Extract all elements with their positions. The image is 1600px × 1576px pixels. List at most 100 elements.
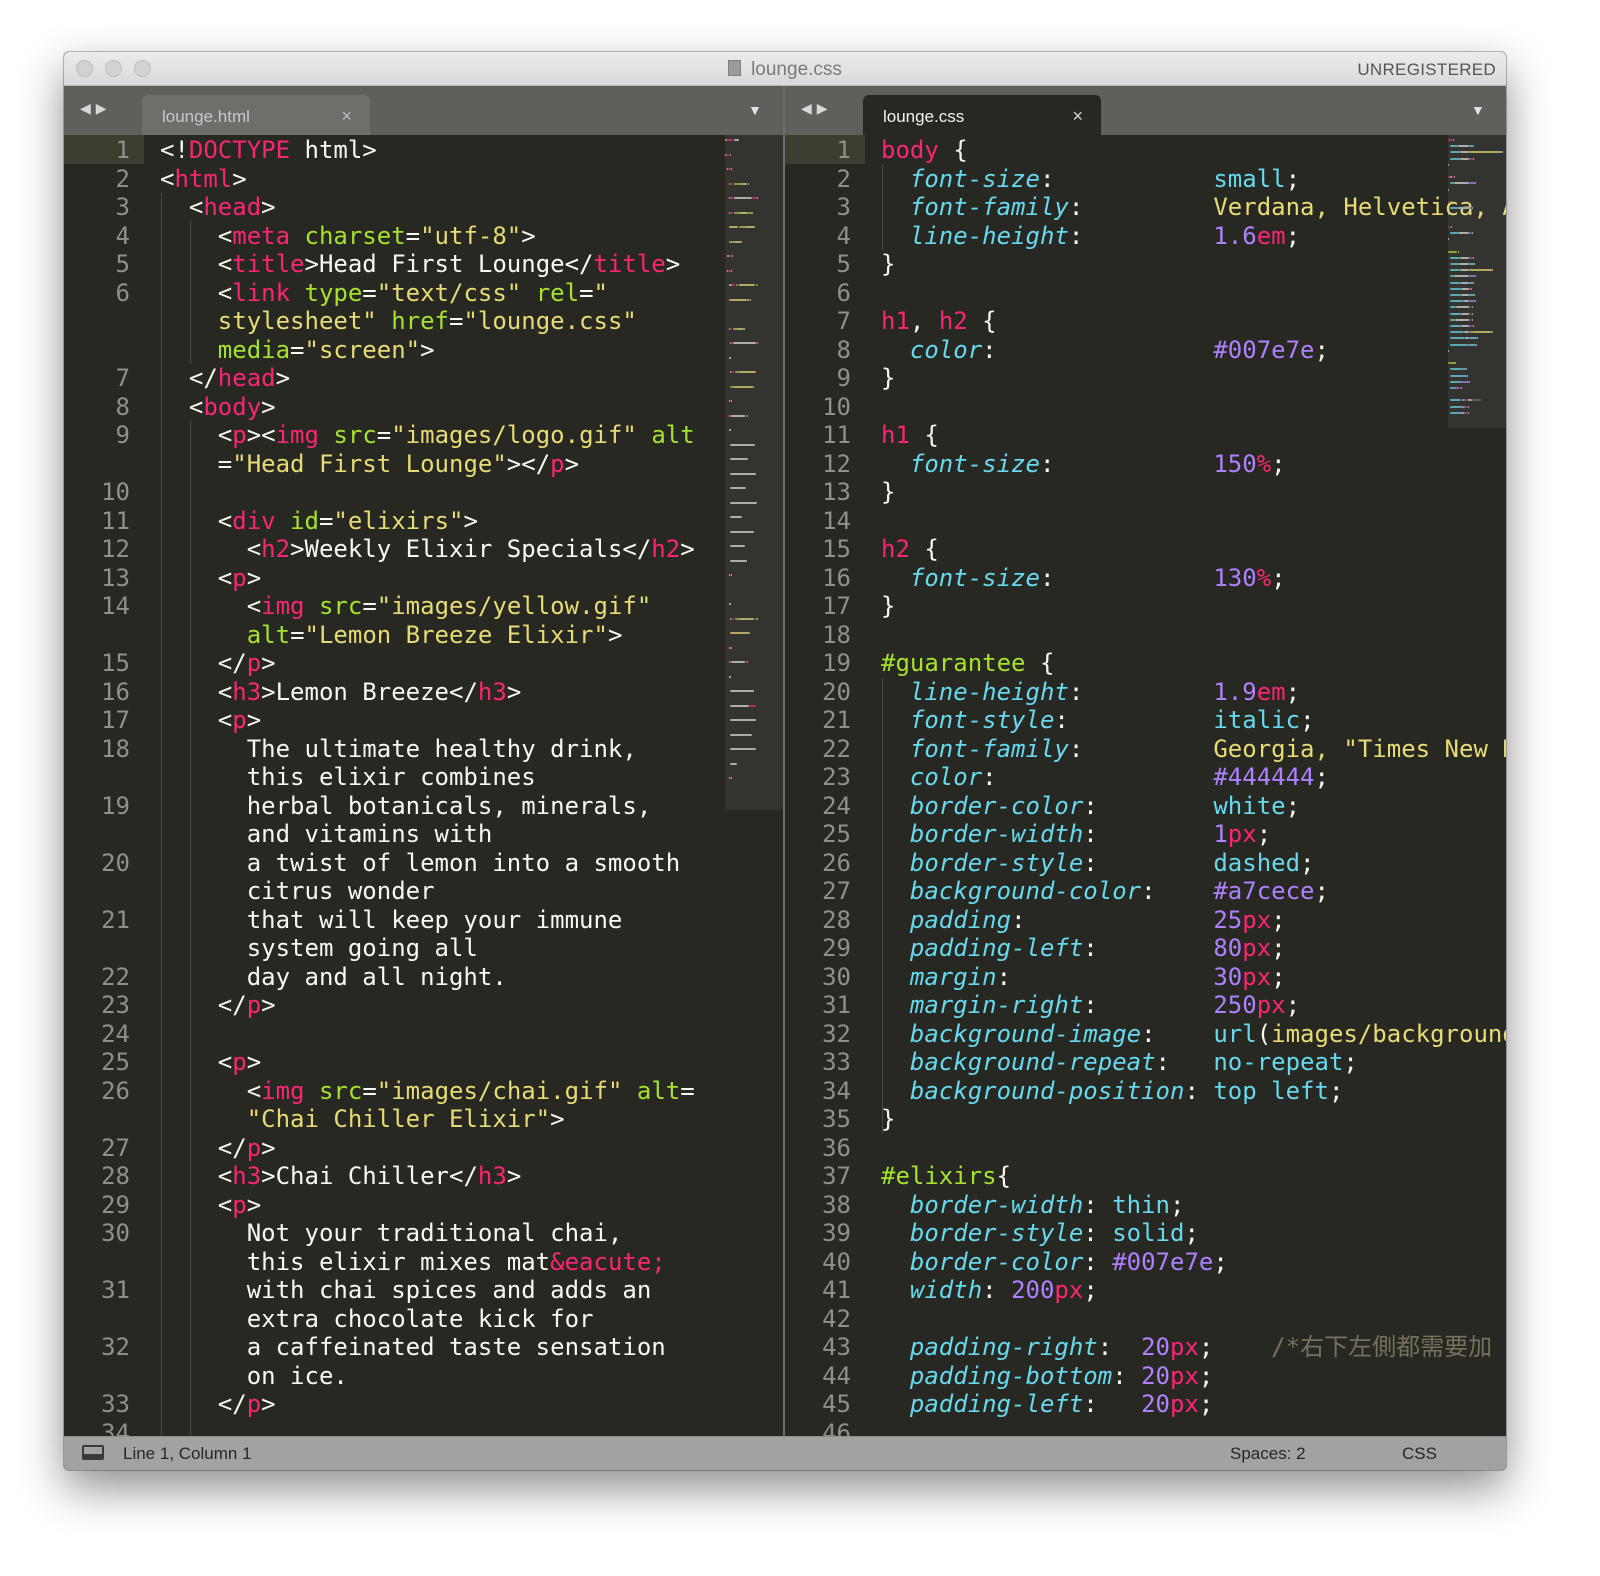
code-text[interactable]: body { font-size: small; font-family: Ve…: [881, 136, 1506, 1437]
code-line[interactable]: line-height: 1.9em;: [881, 678, 1506, 707]
code-line[interactable]: border-style: dashed;: [881, 849, 1506, 878]
code-line[interactable]: ="Head First Lounge"></p>: [160, 450, 695, 479]
syntax-selector[interactable]: CSS: [1402, 1444, 1437, 1464]
code-line[interactable]: </p>: [160, 991, 695, 1020]
code-line[interactable]: <p>: [160, 1048, 695, 1077]
tab-lounge-css[interactable]: lounge.css ×: [863, 95, 1101, 135]
minimap[interactable]: [725, 135, 783, 1437]
code-line[interactable]: [881, 621, 1506, 650]
code-line[interactable]: this elixir combines: [160, 763, 695, 792]
code-line[interactable]: border-width: 1px;: [881, 820, 1506, 849]
code-line[interactable]: padding-right: 20px; /*右下左側都需要加: [881, 1333, 1506, 1362]
code-line[interactable]: that will keep your immune: [160, 906, 695, 935]
code-line[interactable]: [881, 1134, 1506, 1163]
code-line[interactable]: <html>: [160, 165, 695, 194]
code-line[interactable]: <div id="elixirs">: [160, 507, 695, 536]
code-line[interactable]: border-style: solid;: [881, 1219, 1506, 1248]
code-line[interactable]: }: [881, 364, 1506, 393]
code-line[interactable]: font-size: 130%;: [881, 564, 1506, 593]
code-line[interactable]: a caffeinated taste sensation: [160, 1333, 695, 1362]
minimap-viewport[interactable]: [725, 135, 783, 810]
code-line[interactable]: [881, 279, 1506, 308]
code-line[interactable]: h1, h2 {: [881, 307, 1506, 336]
code-line[interactable]: this elixir mixes mat&eacute;: [160, 1248, 695, 1277]
code-text[interactable]: <!DOCTYPE html> <html> <head> <meta chars…: [160, 136, 695, 1437]
code-line[interactable]: <p>: [160, 706, 695, 735]
code-line[interactable]: font-size: 150%;: [881, 450, 1506, 479]
code-line[interactable]: <!DOCTYPE html>: [160, 136, 695, 165]
code-line[interactable]: <p><img src="images/logo.gif" alt: [160, 421, 695, 450]
back-arrow-icon[interactable]: ◀: [801, 100, 817, 116]
code-line[interactable]: padding-left: 80px;: [881, 934, 1506, 963]
code-line[interactable]: <img src="images/yellow.gif": [160, 592, 695, 621]
code-line[interactable]: alt="Lemon Breeze Elixir">: [160, 621, 695, 650]
code-line[interactable]: line-height: 1.6em;: [881, 222, 1506, 251]
code-line[interactable]: h1 {: [881, 421, 1506, 450]
forward-arrow-icon[interactable]: ▶: [817, 100, 833, 116]
panel-toggle-icon[interactable]: [82, 1445, 104, 1460]
code-line[interactable]: with chai spices and adds an: [160, 1276, 695, 1305]
minimap-viewport[interactable]: [1448, 135, 1506, 429]
code-line[interactable]: padding-left: 20px;: [881, 1390, 1506, 1419]
code-line[interactable]: </p>: [160, 649, 695, 678]
code-line[interactable]: #elixirs{: [881, 1162, 1506, 1191]
code-line[interactable]: <p>: [160, 564, 695, 593]
code-line[interactable]: system going all: [160, 934, 695, 963]
code-line[interactable]: herbal botanicals, minerals,: [160, 792, 695, 821]
code-line[interactable]: margin: 30px;: [881, 963, 1506, 992]
code-line[interactable]: background-position: top left;: [881, 1077, 1506, 1106]
code-line[interactable]: on ice.: [160, 1362, 695, 1391]
code-line[interactable]: a twist of lemon into a smooth: [160, 849, 695, 878]
code-line[interactable]: padding: 25px;: [881, 906, 1506, 935]
code-line[interactable]: [881, 393, 1506, 422]
code-line[interactable]: <meta charset="utf-8">: [160, 222, 695, 251]
code-line[interactable]: #guarantee {: [881, 649, 1506, 678]
code-line[interactable]: The ultimate healthy drink,: [160, 735, 695, 764]
right-code-editor[interactable]: 1 2 3 4 5 6 7 8 9 10 11 12 13 14 15 16 17 18 19 20 21 22 23 24 2…: [785, 135, 1506, 1437]
code-line[interactable]: <body>: [160, 393, 695, 422]
code-line[interactable]: <h2>Weekly Elixir Specials</h2>: [160, 535, 695, 564]
code-line[interactable]: }: [881, 592, 1506, 621]
code-line[interactable]: font-size: small;: [881, 165, 1506, 194]
code-line[interactable]: day and all night.: [160, 963, 695, 992]
code-line[interactable]: stylesheet" href="lounge.css": [160, 307, 695, 336]
code-line[interactable]: background-repeat: no-repeat;: [881, 1048, 1506, 1077]
forward-arrow-icon[interactable]: ▶: [96, 100, 112, 116]
code-line[interactable]: h2 {: [881, 535, 1506, 564]
code-line[interactable]: "Chai Chiller Elixir">: [160, 1105, 695, 1134]
code-line[interactable]: extra chocolate kick for: [160, 1305, 695, 1334]
code-line[interactable]: }: [881, 478, 1506, 507]
code-line[interactable]: </p>: [160, 1390, 695, 1419]
code-line[interactable]: <p>: [160, 1191, 695, 1220]
code-line[interactable]: citrus wonder: [160, 877, 695, 906]
code-line[interactable]: }: [881, 250, 1506, 279]
back-arrow-icon[interactable]: ◀: [80, 100, 96, 116]
code-line[interactable]: media="screen">: [160, 336, 695, 365]
code-line[interactable]: border-color: white;: [881, 792, 1506, 821]
tab-lounge-html[interactable]: lounge.html ×: [142, 95, 370, 135]
code-line[interactable]: <head>: [160, 193, 695, 222]
code-line[interactable]: font-family: Georgia, "Times New Roman";: [881, 735, 1506, 764]
code-line[interactable]: padding-bottom: 20px;: [881, 1362, 1506, 1391]
code-line[interactable]: <h3>Lemon Breeze</h3>: [160, 678, 695, 707]
code-line[interactable]: </head>: [160, 364, 695, 393]
code-line[interactable]: [881, 507, 1506, 536]
code-line[interactable]: <link type="text/css" rel=": [160, 279, 695, 308]
code-line[interactable]: border-width: thin;: [881, 1191, 1506, 1220]
chevron-down-icon[interactable]: ▼: [1471, 102, 1485, 118]
close-icon[interactable]: ×: [1072, 106, 1083, 127]
code-line[interactable]: [881, 1419, 1506, 1438]
code-line[interactable]: font-style: italic;: [881, 706, 1506, 735]
code-line[interactable]: [160, 478, 695, 507]
left-code-editor[interactable]: 1 2 3 4 5 6 7 8 9 10 11 12 13 14 15 16 17 18 19 20 21 22 23 24 2…: [64, 135, 783, 1437]
code-line[interactable]: border-color: #007e7e;: [881, 1248, 1506, 1277]
code-line[interactable]: and vitamins with: [160, 820, 695, 849]
code-line[interactable]: font-family: Verdana, Helvetica, Arial, …: [881, 193, 1506, 222]
code-line[interactable]: body {: [881, 136, 1506, 165]
code-line[interactable]: <img src="images/chai.gif" alt=: [160, 1077, 695, 1106]
close-icon[interactable]: ×: [341, 106, 352, 127]
code-line[interactable]: }: [881, 1105, 1506, 1134]
code-line[interactable]: [881, 1305, 1506, 1334]
code-line[interactable]: margin-right: 250px;: [881, 991, 1506, 1020]
code-line[interactable]: <h3>Chai Chiller</h3>: [160, 1162, 695, 1191]
